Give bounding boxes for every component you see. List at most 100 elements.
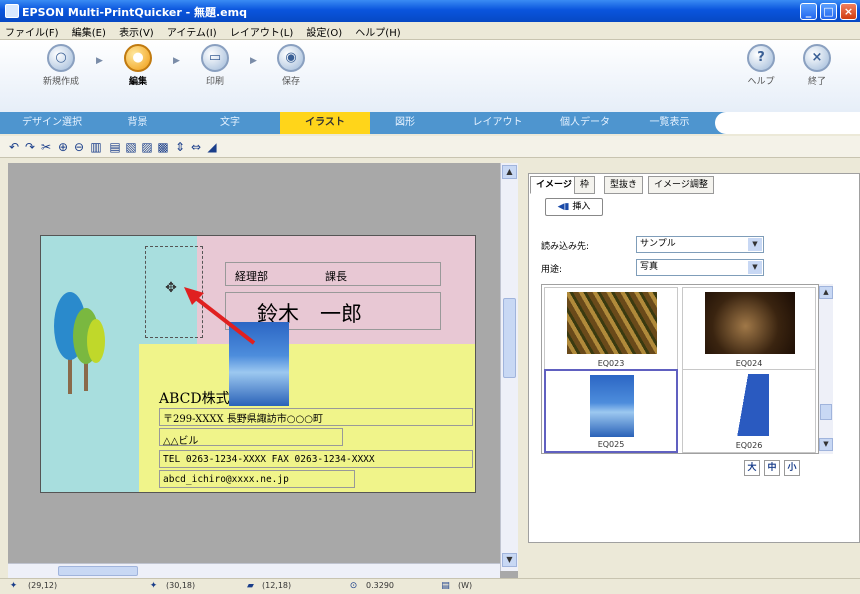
close-button[interactable]: × (840, 3, 857, 20)
redo-icon[interactable]: ↷ (22, 139, 38, 155)
save-label: 保存 (281, 77, 300, 87)
canvas-vertical-scrollbar[interactable]: ▲ ▼ (500, 163, 518, 571)
scroll-down-icon[interactable]: ▼ (502, 553, 517, 567)
zoom-out-icon[interactable]: ⊖ (71, 139, 87, 155)
tab-strip-end (715, 112, 860, 134)
tab-background[interactable]: 背景 (100, 112, 175, 134)
bring-front-icon[interactable]: ▤ (107, 139, 123, 155)
distribute-icon[interactable]: ⇔ (188, 139, 204, 155)
scroll-up-icon[interactable]: ▲ (819, 286, 833, 299)
thumbnail-item[interactable]: EQ023 (544, 287, 678, 371)
new-file-label: 新規作成 (42, 77, 79, 87)
tab-image-adjust[interactable]: イメージ調整 (648, 176, 714, 194)
object-position-icon: ✦ (149, 581, 158, 591)
edit-button[interactable]: ● 編集 (115, 44, 161, 87)
phone-fax-text: TEL 0263-1234-XXXX FAX 0263-1234-XXXX (163, 454, 375, 465)
ungroup-icon[interactable]: ▩ (155, 139, 171, 155)
drag-arrow-icon (184, 287, 256, 345)
chevron-down-icon: ▼ (748, 261, 762, 274)
scroll-thumb[interactable] (820, 404, 832, 420)
tab-list-view[interactable]: 一覧表示 (632, 112, 707, 134)
thumbnail-item[interactable]: EQ026 (682, 369, 816, 453)
category-select[interactable]: 写真 ▼ (636, 259, 764, 276)
status-mode: (W) (458, 581, 473, 590)
thumbnail-caption: EQ026 (735, 441, 763, 450)
role-text: 課長 (325, 270, 347, 283)
status-zoom: 0.3290 (366, 581, 394, 590)
save-button[interactable]: ◉ 保存 (268, 44, 314, 87)
menu-edit[interactable]: 編集(E) (67, 22, 111, 41)
zoom-icon: ⊙ (349, 581, 358, 591)
status-cursor-position: (29,12) (28, 581, 58, 590)
source-label: 読み込み先: (541, 242, 590, 252)
status-object-position: (30,18) (166, 581, 196, 590)
zoom-in-icon[interactable]: ⊕ (55, 139, 71, 155)
size-large-button[interactable]: 大 (744, 460, 760, 476)
menu-bar: ファイル(F) 編集(E) 表示(V) アイテム(I) レイアウト(L) 設定(… (0, 22, 860, 40)
address-text: 〒299-XXXX 長野県諏訪市○○○町 (163, 414, 323, 425)
menu-view[interactable]: 表示(V) (114, 22, 159, 41)
menu-file[interactable]: ファイル(F) (0, 22, 64, 41)
tree-illustration[interactable] (46, 286, 116, 396)
tab-design[interactable]: デザイン選択 (12, 112, 92, 134)
thumbnail-image (567, 292, 657, 354)
menu-item[interactable]: アイテム(I) (162, 22, 222, 41)
thumbnail-item[interactable]: EQ025 (544, 369, 678, 453)
menu-help[interactable]: ヘルプ(H) (350, 22, 405, 41)
tab-illustration[interactable]: イラスト (280, 112, 370, 134)
canvas-horizontal-scrollbar[interactable] (8, 563, 500, 578)
properties-icon[interactable]: ◢ (204, 139, 220, 155)
print-label: 印刷 (205, 77, 224, 87)
tab-cutout[interactable]: 型抜き (604, 176, 644, 194)
tab-frame[interactable]: 枠 (574, 176, 596, 194)
tab-shape[interactable]: 図形 (375, 112, 435, 134)
new-file-button[interactable]: ○ 新規作成 (38, 44, 84, 87)
send-back-icon[interactable]: ▧ (123, 139, 139, 155)
size-small-button[interactable]: 小 (784, 460, 800, 476)
tab-personal-data[interactable]: 個人データ (545, 112, 625, 134)
minimize-button[interactable]: _ (800, 3, 817, 20)
step-arrow-icon: ▶ (250, 56, 257, 66)
window-title: EPSON Multi-PrintQuicker - 無題.emq (22, 6, 247, 19)
category-label: 用途: (541, 265, 563, 275)
size-medium-button[interactable]: 中 (764, 460, 780, 476)
edit-icon: ● (124, 44, 152, 72)
thumbnail-scrollbar[interactable]: ▲ ▼ (819, 284, 833, 454)
print-button[interactable]: ▭ 印刷 (192, 44, 238, 87)
menu-layout[interactable]: レイアウト(L) (225, 22, 298, 41)
email-text: abcd_ichiro@xxxx.ne.jp (163, 474, 289, 485)
department-text: 経理部 (235, 270, 268, 283)
thumbnail-image (705, 292, 795, 354)
thumbnail-image (727, 374, 769, 436)
tab-image[interactable]: イメージ (530, 176, 578, 194)
application-window: EPSON Multi-PrintQuicker - 無題.emq _ □ × … (0, 0, 860, 594)
thumbnail-caption: EQ024 (735, 359, 763, 368)
exit-icon: × (803, 44, 831, 72)
building-text: △△ビル (163, 436, 199, 447)
thumbnail-caption: EQ025 (597, 440, 625, 449)
insert-button[interactable]: ◀▮ 挿入 (545, 198, 603, 216)
maximize-button[interactable]: □ (820, 3, 837, 20)
category-value: 写真 (640, 262, 659, 272)
align-icon[interactable]: ⇕ (172, 139, 188, 155)
delete-icon[interactable]: ✂ (38, 139, 54, 155)
scroll-down-icon[interactable]: ▼ (819, 438, 833, 451)
group-icon[interactable]: ▨ (139, 139, 155, 155)
tab-layout[interactable]: レイアウト (460, 112, 535, 134)
scroll-up-icon[interactable]: ▲ (502, 165, 517, 179)
status-object-size: (12,18) (262, 581, 292, 590)
undo-icon[interactable]: ↶ (6, 139, 22, 155)
menu-settings[interactable]: 設定(O) (301, 22, 347, 41)
thumbnail-item[interactable]: EQ024 (682, 287, 816, 371)
scroll-thumb[interactable] (503, 298, 516, 378)
source-select[interactable]: サンプル ▼ (636, 236, 764, 253)
edit-toolbar: ↶ ↷ ✂ ⊕ ⊖ ▥ ▤ ▧ ▨ ▩ ⇕ ⇔ ◢ (0, 136, 860, 158)
trash-icon[interactable]: ▥ (88, 139, 104, 155)
tab-text[interactable]: 文字 (190, 112, 270, 134)
scroll-thumb[interactable] (58, 566, 138, 576)
exit-button[interactable]: × 終了 (794, 44, 840, 87)
help-label: ヘルプ (747, 77, 775, 87)
move-cursor-icon: ✥ (165, 280, 177, 296)
help-button[interactable]: ? ヘルプ (738, 44, 784, 87)
feature-tabs: デザイン選択 背景 文字 イラスト 図形 レイアウト 個人データ 一覧表示 (0, 112, 860, 134)
